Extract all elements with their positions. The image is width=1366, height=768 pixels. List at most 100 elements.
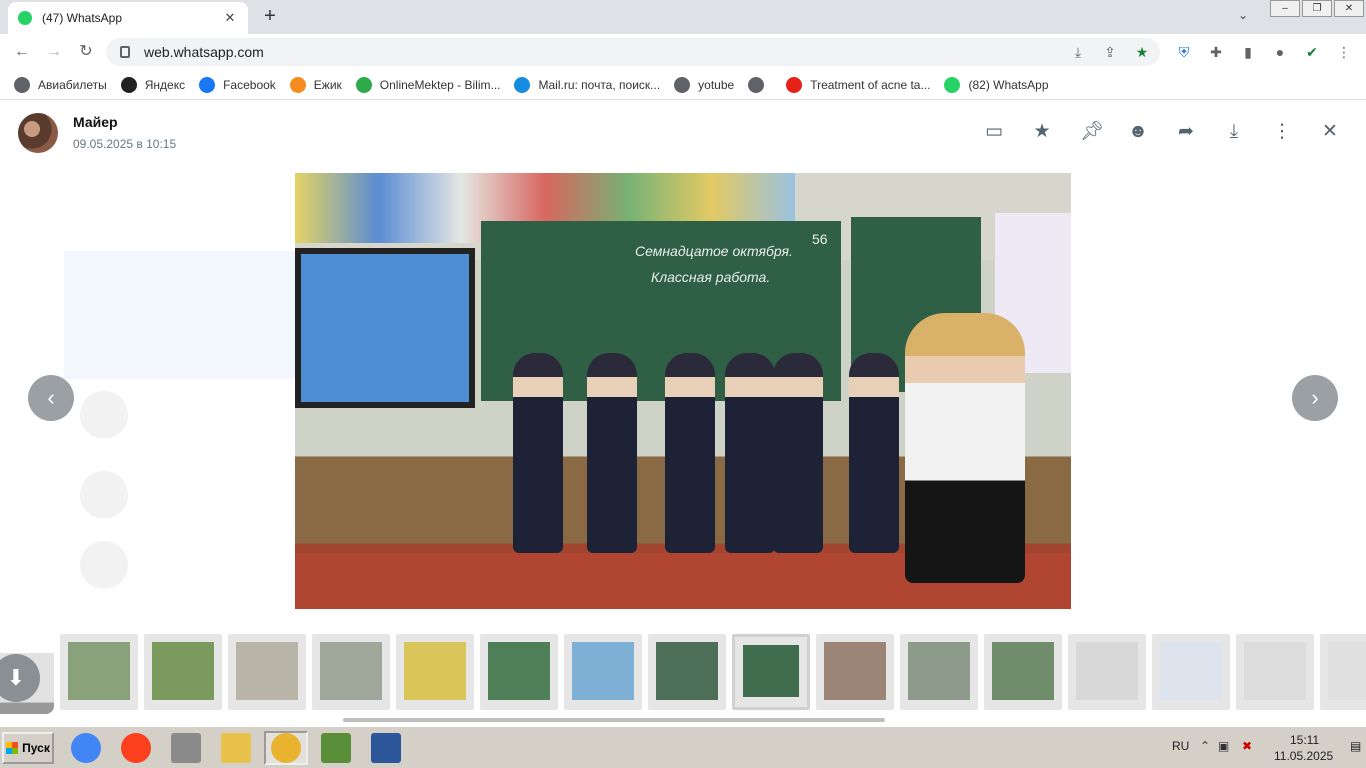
start-button[interactable]: Пуск bbox=[2, 732, 54, 764]
media-thumbnail[interactable] bbox=[312, 634, 390, 710]
menu-dots-icon[interactable]: ⋮ bbox=[1334, 42, 1354, 62]
photo-teacher bbox=[905, 313, 1025, 583]
sender-name[interactable]: Майер bbox=[73, 114, 118, 130]
media-thumbnail[interactable] bbox=[816, 634, 894, 710]
side-panel-icon[interactable]: ▮ bbox=[1238, 42, 1258, 62]
close-viewer-icon[interactable]: ✕ bbox=[1320, 121, 1340, 143]
yandex-icon bbox=[121, 733, 151, 763]
bookmark-favicon-icon bbox=[748, 76, 765, 93]
photo-child bbox=[665, 353, 715, 553]
reply-icon[interactable]: ▭ bbox=[984, 121, 1004, 143]
bookmark-label: Авиабилеты bbox=[38, 77, 107, 92]
previous-media-button[interactable]: ‹ bbox=[28, 375, 74, 421]
forward-icon[interactable]: ➦ bbox=[1176, 121, 1196, 143]
taskbar-app-printer[interactable] bbox=[164, 731, 208, 765]
photo-child bbox=[513, 353, 563, 553]
bookmark-item[interactable]: OnlineMektep - Bilim... bbox=[355, 76, 501, 93]
reload-icon[interactable]: ↻ bbox=[76, 42, 96, 62]
taskbar-app-yandex[interactable] bbox=[114, 731, 158, 765]
download-icon[interactable]: ⤓ bbox=[1224, 121, 1244, 143]
next-media-button[interactable]: › bbox=[1292, 375, 1338, 421]
close-tab-icon[interactable]: ✕ bbox=[222, 10, 238, 26]
taskbar-app-word[interactable] bbox=[364, 731, 408, 765]
media-thumbnail[interactable] bbox=[564, 634, 642, 710]
windows-taskbar: Пуск RU ⌃ ▣ ✖ 15:11 11.05.2025 ▤ bbox=[0, 726, 1366, 768]
star-icon[interactable]: ★ bbox=[1032, 121, 1052, 143]
bookmark-favicon-icon bbox=[289, 76, 306, 93]
photo-board-text: Классная работа. bbox=[651, 269, 771, 285]
media-thumbnail[interactable] bbox=[144, 634, 222, 710]
new-tab-button[interactable]: + bbox=[260, 6, 280, 26]
thumbnail-image bbox=[488, 642, 550, 700]
media-thumbnail[interactable] bbox=[228, 634, 306, 710]
tab-search-icon[interactable]: ⌄ bbox=[1238, 8, 1248, 22]
media-thumbnail[interactable] bbox=[1236, 634, 1314, 710]
shield-extension-icon[interactable]: ⛨ bbox=[1174, 42, 1194, 62]
lock-icon[interactable] bbox=[120, 46, 130, 58]
media-thumbnail[interactable] bbox=[60, 634, 138, 710]
close-window-button[interactable]: ✕ bbox=[1334, 0, 1364, 17]
minimize-button[interactable]: – bbox=[1270, 0, 1300, 17]
tab-whatsapp[interactable]: (47) WhatsApp ✕ bbox=[8, 2, 248, 34]
photo-child bbox=[773, 353, 823, 553]
extensions-area: ⛨ ✚ ▮ ● ✔ ⋮ bbox=[1174, 42, 1354, 62]
security-check-icon[interactable]: ✔ bbox=[1302, 42, 1322, 62]
thumbnail-image bbox=[236, 642, 298, 700]
language-indicator[interactable]: RU bbox=[1172, 739, 1189, 753]
back-arrow-icon[interactable]: ← bbox=[12, 42, 32, 62]
bookmark-item[interactable]: Ежик bbox=[289, 76, 342, 93]
media-thumbnail[interactable] bbox=[900, 634, 978, 710]
pin-icon[interactable]: 📌︎ bbox=[1080, 121, 1104, 143]
thumbnail-image bbox=[572, 642, 634, 700]
react-emoji-icon[interactable]: ☻ bbox=[1128, 121, 1148, 143]
more-options-icon[interactable]: ⋮ bbox=[1272, 121, 1292, 143]
media-thumbnail[interactable] bbox=[396, 634, 474, 710]
media-thumbnail[interactable] bbox=[648, 634, 726, 710]
bookmark-item[interactable]: Авиабилеты bbox=[14, 76, 107, 93]
bookmarks-bar: Авиабилеты Яндекс Facebook Ежик OnlineMektep… bbox=[0, 70, 1366, 100]
taskbar-app-chrome[interactable] bbox=[64, 731, 108, 765]
media-thumbnail[interactable] bbox=[984, 634, 1062, 710]
media-thumbnail[interactable] bbox=[1320, 634, 1366, 710]
media-thumbnail[interactable] bbox=[1152, 634, 1230, 710]
profile-icon[interactable]: ● bbox=[1270, 42, 1290, 62]
scroll-down-button[interactable]: ⬇ bbox=[0, 654, 40, 702]
media-thumbnail[interactable] bbox=[480, 634, 558, 710]
browser-toolbar: ← → ↻ web.whatsapp.com ⤓ ⇪ ★ bbox=[0, 34, 1366, 70]
forward-arrow-icon[interactable]: → bbox=[44, 42, 64, 62]
bookmark-star-icon[interactable]: ★ bbox=[1134, 44, 1150, 60]
thumbnail-image bbox=[1076, 642, 1138, 700]
clock-date[interactable]: 11.05.2025 bbox=[1274, 749, 1333, 763]
bookmark-label: Яндекс bbox=[144, 77, 186, 92]
photo-child bbox=[849, 353, 899, 553]
bookmark-favicon-icon bbox=[355, 76, 372, 93]
bookmark-item[interactable]: yotube bbox=[674, 76, 734, 93]
clock-time[interactable]: 15:11 bbox=[1290, 733, 1319, 747]
explorer-icon bbox=[221, 733, 251, 763]
show-desktop-icon[interactable]: ▤ bbox=[1350, 739, 1361, 753]
url-text[interactable]: web.whatsapp.com bbox=[144, 44, 264, 60]
share-icon[interactable]: ⇪ bbox=[1102, 44, 1118, 60]
address-bar[interactable]: web.whatsapp.com ⤓ ⇪ ★ bbox=[106, 38, 1160, 66]
bookmark-item[interactable]: Facebook bbox=[199, 76, 276, 93]
network-tray-icon[interactable]: ✖ bbox=[1242, 739, 1252, 753]
bookmark-item[interactable]: (82) WhatsApp bbox=[944, 76, 1049, 93]
bookmark-item[interactable]: Яндекс bbox=[120, 76, 186, 93]
sender-avatar[interactable] bbox=[18, 113, 58, 153]
install-app-icon[interactable]: ⤓ bbox=[1070, 44, 1086, 60]
media-thumbnail[interactable] bbox=[1068, 634, 1146, 710]
restore-button[interactable]: ❐ bbox=[1302, 0, 1332, 17]
bookmark-item[interactable]: Mail.ru: почта, поиск... bbox=[514, 76, 660, 93]
taskbar-app-explorer[interactable] bbox=[214, 731, 258, 765]
media-thumbnail[interactable] bbox=[732, 634, 810, 710]
puzzle-extension-icon[interactable]: ✚ bbox=[1206, 42, 1226, 62]
bookmark-item[interactable]: Treatment of acne ta... bbox=[786, 76, 930, 93]
taskbar-app-checker[interactable] bbox=[314, 731, 358, 765]
thumbnail-scrollbar[interactable] bbox=[343, 718, 885, 722]
bookmark-label: OnlineMektep - Bilim... bbox=[379, 77, 501, 92]
bookmark-item[interactable] bbox=[748, 76, 772, 93]
clipboard-tray-icon[interactable]: ▣ bbox=[1218, 739, 1229, 753]
taskbar-app-keys[interactable] bbox=[264, 731, 308, 765]
sent-timestamp: 09.05.2025 в 10:15 bbox=[73, 137, 177, 151]
tray-expand-icon[interactable]: ⌃ bbox=[1200, 739, 1210, 753]
